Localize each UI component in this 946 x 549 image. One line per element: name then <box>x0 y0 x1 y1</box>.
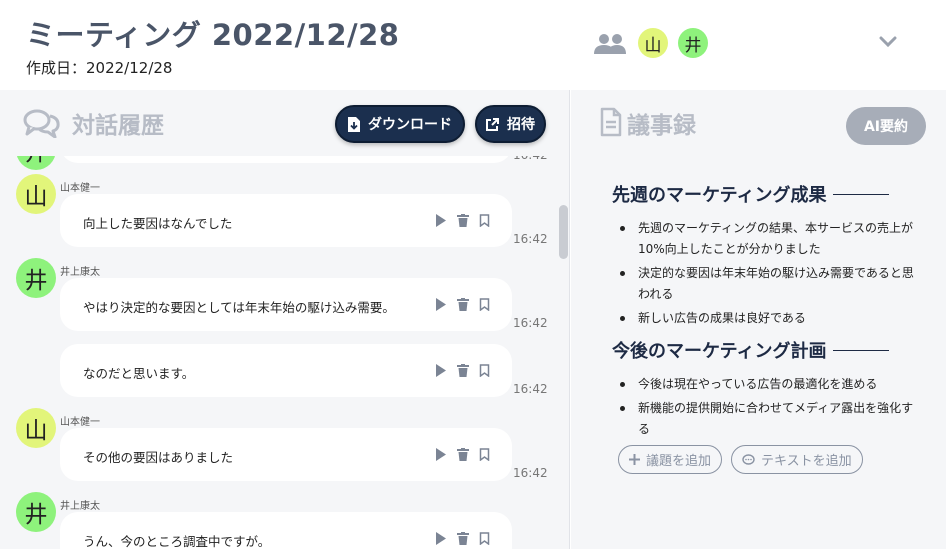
play-icon[interactable] <box>435 532 447 545</box>
avatar-initial: 山 <box>24 418 48 444</box>
trash-icon[interactable] <box>457 364 469 377</box>
avatar: 山 <box>16 174 56 214</box>
bookmark-icon[interactable] <box>479 364 490 377</box>
message-text: うん、今のところ調査中ですが。 <box>83 534 271 549</box>
play-icon[interactable] <box>435 214 447 227</box>
participant-avatar-i[interactable]: 井 <box>678 28 708 58</box>
list-item: 決定的な要因は年末年始の駆け込み需要であると思われる <box>618 263 918 305</box>
created-date: 作成日：2022/12/28 <box>26 59 173 77</box>
message-text: 向上した要因はなんでした <box>83 216 233 231</box>
message-text: なのだと思います。 <box>83 366 195 381</box>
add-text-button[interactable]: テキストを追加 <box>731 445 863 474</box>
plus-icon <box>629 454 640 465</box>
list-item: 新機能の提供開始に合わせてメディア露出を強化する <box>618 398 918 440</box>
divider <box>832 349 889 351</box>
page-title: ミーティング 2022/12/28 <box>26 18 400 52</box>
download-label: ダウンロード <box>368 117 452 133</box>
speaker-name: 山本健一 <box>60 417 100 428</box>
participant-avatar-yama[interactable]: 山 <box>638 28 668 58</box>
trash-icon[interactable] <box>457 448 469 461</box>
chat-panel-title: 対話履歴 <box>72 113 164 139</box>
meeting-header: ミーティング 2022/12/28 作成日：2022/12/28 山 井 <box>0 0 946 90</box>
document-icon <box>600 107 622 137</box>
trash-icon[interactable] <box>457 298 469 311</box>
section-heading: 今後のマーケティング計画 <box>612 337 889 363</box>
message-time: 16:42 <box>513 232 548 246</box>
message-text: その他の要因はありました <box>83 450 234 465</box>
add-topic-label: 議題を追加 <box>646 454 712 469</box>
message-list[interactable]: 井 16:42 山 山本健一 向上した要因はなんでした 16:42 井 井上康太… <box>0 90 556 549</box>
minutes-panel: 議事録 AI要約 先週のマーケティング成果 先週のマーケティングの結果、本サービ… <box>571 90 946 549</box>
play-icon[interactable] <box>435 298 447 311</box>
scrollbar-thumb[interactable] <box>559 205 568 259</box>
message-bubble[interactable]: やはり決定的な要因としては年末年始の駆け込み需要。 <box>60 278 512 331</box>
avatar-initial: 井 <box>24 502 48 528</box>
list-item: 新しい広告の成果は良好である <box>618 308 918 329</box>
section-heading-text: 今後のマーケティング計画 <box>612 341 827 362</box>
section-heading: 先週のマーケティング成果 <box>612 181 889 207</box>
add-topic-button[interactable]: 議題を追加 <box>618 445 723 474</box>
minutes-panel-title: 議事録 <box>627 113 696 139</box>
message-bubble[interactable]: その他の要因はありました <box>60 428 512 481</box>
download-file-icon <box>348 116 360 132</box>
add-text-label: テキストを追加 <box>761 454 852 469</box>
avatar-initial: 井 <box>24 268 48 294</box>
message-time: 16:42 <box>513 466 548 480</box>
message-bubble[interactable]: うん、今のところ調査中ですが。 <box>60 512 512 549</box>
chat-bubbles-icon <box>23 109 60 138</box>
list-item: 先週のマーケティングの結果、本サービスの売上が10%向上したことが分かりました <box>618 218 918 260</box>
bullet-list: 先週のマーケティングの結果、本サービスの売上が10%向上したことが分かりました … <box>618 218 918 332</box>
chat-panel-header: 対話履歴 ダウンロード 招待 <box>0 90 569 156</box>
divider <box>832 193 889 195</box>
comment-icon <box>742 453 755 465</box>
bookmark-icon[interactable] <box>479 532 490 545</box>
speaker-name: 井上康太 <box>60 501 100 512</box>
invite-button[interactable]: 招待 <box>475 105 546 143</box>
ai-summary-button[interactable]: AI要約 <box>846 107 926 145</box>
trash-icon[interactable] <box>457 214 469 227</box>
list-item: 今後は現在やっている広告の最適化を進める <box>618 374 918 395</box>
message-time: 16:42 <box>513 382 548 396</box>
bullet-list: 今後は現在やっている広告の最適化を進める 新機能の提供開始に合わせてメディア露出… <box>618 374 918 443</box>
trash-icon[interactable] <box>457 532 469 545</box>
avatar-initial: 山 <box>644 35 662 56</box>
message-text: やはり決定的な要因としては年末年始の駆け込み需要。 <box>83 300 395 315</box>
play-icon[interactable] <box>435 364 447 377</box>
message-bubble[interactable]: なのだと思います。 <box>60 344 512 397</box>
avatar: 山 <box>16 408 56 448</box>
play-icon[interactable] <box>435 448 447 461</box>
avatar: 井 <box>16 492 56 532</box>
bookmark-icon[interactable] <box>479 214 490 227</box>
message-bubble[interactable]: 向上した要因はなんでした <box>60 194 512 247</box>
avatar-initial: 山 <box>24 184 48 210</box>
chevron-down-icon[interactable] <box>878 34 898 50</box>
speaker-name: 山本健一 <box>60 183 100 194</box>
avatar-initial: 井 <box>684 35 702 56</box>
external-link-icon <box>486 117 499 131</box>
participants-icon[interactable] <box>594 33 626 55</box>
speaker-name: 井上康太 <box>60 267 100 278</box>
message-time: 16:42 <box>513 316 548 330</box>
section-heading-text: 先週のマーケティング成果 <box>612 185 827 206</box>
invite-label: 招待 <box>507 117 535 133</box>
chat-history-panel: 井 16:42 山 山本健一 向上した要因はなんでした 16:42 井 井上康太… <box>0 90 570 549</box>
bookmark-icon[interactable] <box>479 448 490 461</box>
avatar: 井 <box>16 258 56 298</box>
download-button[interactable]: ダウンロード <box>335 105 465 143</box>
bookmark-icon[interactable] <box>479 298 490 311</box>
